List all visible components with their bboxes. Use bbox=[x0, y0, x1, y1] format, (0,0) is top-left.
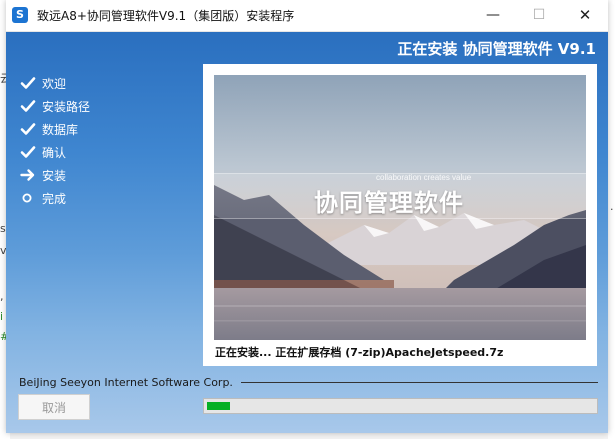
banner-panel: collaboration creates value 协同管理软件 正在安装.… bbox=[203, 64, 597, 366]
check-icon bbox=[20, 121, 38, 139]
step-label: 安装 bbox=[42, 169, 67, 183]
minimize-button[interactable]: — bbox=[470, 0, 516, 31]
step-label: 数据库 bbox=[42, 123, 79, 137]
company-name: BeiJing Seeyon Internet Software Corp. bbox=[19, 376, 233, 389]
arrow-right-icon bbox=[20, 167, 38, 185]
title-bar[interactable]: S 致远A8+协同管理软件V9.1（集团版）安装程序 — ☐ ✕ bbox=[6, 0, 608, 32]
install-progress-bar bbox=[203, 398, 598, 414]
progress-fill bbox=[207, 402, 230, 410]
step-label: 完成 bbox=[42, 192, 67, 206]
installer-body: 正在安装 协同管理软件 V9.1 欢迎 安装路径 数据库 确认 安装 完成 co… bbox=[6, 32, 608, 433]
check-icon bbox=[20, 98, 38, 116]
install-status-text: 正在安装... 正在扩展存档 (7-zip)ApacheJetspeed.7z bbox=[215, 346, 504, 359]
divider bbox=[241, 382, 598, 383]
step-install-path: 安装路径 bbox=[20, 95, 180, 118]
maximize-button[interactable]: ☐ bbox=[516, 0, 562, 31]
step-welcome: 欢迎 bbox=[20, 72, 180, 95]
installer-window: S 致远A8+协同管理软件V9.1（集团版）安装程序 — ☐ ✕ 正在安装 协同… bbox=[6, 0, 608, 433]
check-icon bbox=[20, 144, 38, 162]
banner-caption: 协同管理软件 bbox=[314, 189, 464, 217]
circle-icon bbox=[20, 190, 38, 208]
cancel-button[interactable]: 取消 bbox=[18, 394, 90, 420]
close-button[interactable]: ✕ bbox=[562, 0, 608, 31]
step-list: 欢迎 安装路径 数据库 确认 安装 完成 bbox=[20, 72, 180, 210]
step-label: 安装路径 bbox=[42, 100, 91, 114]
step-confirm: 确认 bbox=[20, 141, 180, 164]
page-title: 正在安装 协同管理软件 V9.1 bbox=[397, 40, 596, 58]
check-icon bbox=[20, 75, 38, 93]
lake-mountain-banner-image: collaboration creates value 协同管理软件 bbox=[214, 75, 586, 340]
desktop-background-right: . bbox=[608, 0, 616, 439]
step-finish: 完成 bbox=[20, 187, 180, 210]
banner-tagline: collaboration creates value bbox=[376, 173, 472, 182]
window-title: 致远A8+协同管理软件V9.1（集团版）安装程序 bbox=[37, 9, 295, 23]
step-install: 安装 bbox=[20, 164, 180, 187]
step-label: 欢迎 bbox=[42, 77, 67, 91]
step-database: 数据库 bbox=[20, 118, 180, 141]
seeyon-app-icon: S bbox=[12, 7, 28, 23]
step-label: 确认 bbox=[42, 146, 67, 160]
